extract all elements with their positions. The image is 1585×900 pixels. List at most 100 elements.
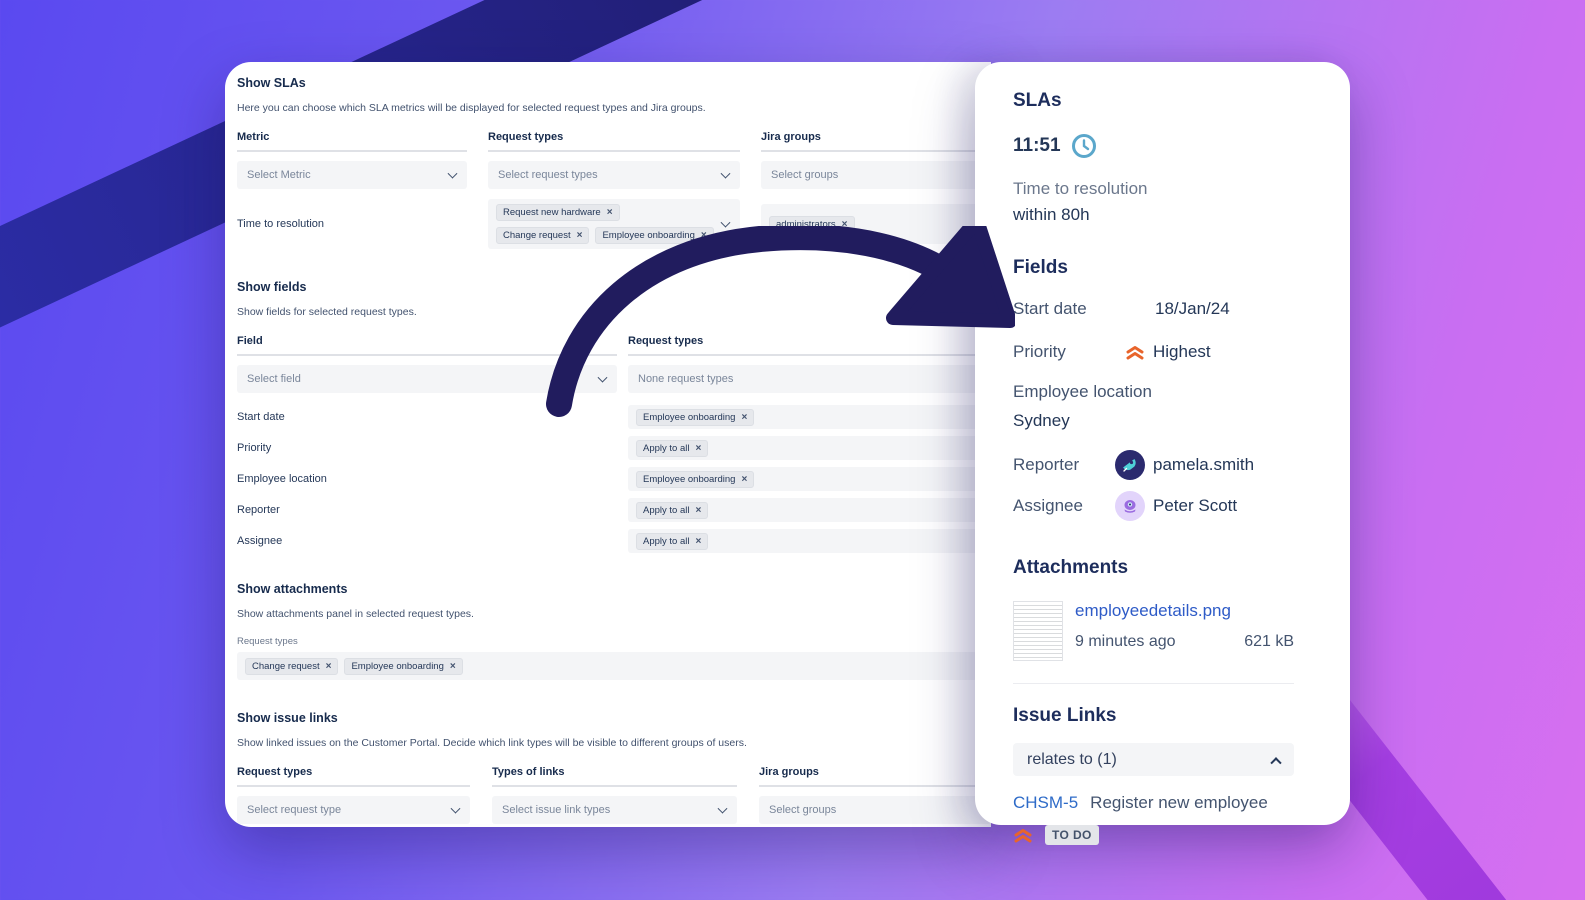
assignee-avatar (1115, 491, 1145, 521)
remove-tag-icon[interactable]: × (701, 230, 707, 241)
link-groups-select[interactable]: Select groups (759, 796, 991, 824)
linked-issue-row: CHSM-5 Register new employee (1013, 793, 1294, 813)
field-row-tags[interactable]: Employee onboarding × (628, 467, 991, 491)
alien-icon (1124, 500, 1136, 513)
field-priority: Priority Highest (1013, 342, 1211, 361)
chevron-down-icon (717, 803, 728, 814)
field-employee-location: Employee location Sydney (1013, 382, 1152, 430)
column-header-request-types: Request types (488, 131, 740, 152)
sla-time: 11:51 (1013, 133, 1294, 159)
remove-tag-icon[interactable]: × (842, 219, 848, 230)
tag-administrators[interactable]: administrators × (769, 215, 855, 233)
chevron-up-icon (1270, 756, 1282, 768)
status-badge: TO DO (1045, 825, 1099, 845)
slas-heading: SLAs (1013, 90, 1062, 111)
column-header-request-types: Request types (237, 766, 470, 787)
tag-apply-to-all[interactable]: Apply to all × (636, 501, 709, 519)
field-row-tags[interactable]: Apply to all × (628, 529, 991, 553)
chevron-down-icon (720, 168, 731, 179)
rocket-icon (1123, 459, 1136, 472)
section-title: Show SLAs (237, 76, 306, 90)
metric-select[interactable]: Select Metric (237, 161, 467, 189)
remove-tag-icon[interactable]: × (741, 474, 747, 485)
field-request-types-select[interactable]: None request types (628, 365, 991, 393)
tag-apply-to-all[interactable]: Apply to all × (636, 439, 709, 457)
tag-employee-onboarding[interactable]: Employee onboarding × (344, 657, 463, 675)
section-description: Show fields for selected request types. (237, 306, 417, 318)
tag-employee-onboarding[interactable]: Employee onboarding × (636, 408, 755, 426)
field-start-date: Start date 18/Jan/24 (1013, 299, 1230, 318)
field-row-label: Employee location (237, 473, 327, 485)
chevron-down-icon (450, 803, 461, 814)
tag-request-new-hardware[interactable]: Request new hardware × (496, 204, 620, 221)
field-reporter: Reporter pamela.smith (1013, 450, 1294, 480)
attachment-item[interactable]: employeedetails.png 9 minutes ago 621 kB (1013, 601, 1294, 661)
issue-links-heading: Issue Links (1013, 705, 1117, 726)
section-description: Show linked issues on the Customer Porta… (237, 737, 747, 749)
field-row-tags[interactable]: Employee onboarding × (628, 405, 991, 429)
remove-tag-icon[interactable]: × (695, 536, 701, 547)
tag-change-request[interactable]: Change request × (245, 657, 339, 675)
tag-employee-onboarding[interactable]: Employee onboarding × (595, 227, 714, 244)
issue-summary: Register new employee (1090, 793, 1268, 812)
section-description: Show attachments panel in selected reque… (237, 608, 474, 620)
section-description: Here you can choose which SLA metrics wi… (237, 102, 706, 114)
remove-tag-icon[interactable]: × (695, 505, 701, 516)
chevron-down-icon (447, 168, 458, 179)
show-issue-links-section: Show issue links Show linked issues on t… (237, 711, 991, 827)
show-fields-section: Show fields Show fields for selected req… (237, 280, 991, 553)
column-header-types-of-links: Types of links (492, 766, 737, 787)
issue-key-link[interactable]: CHSM-5 (1013, 793, 1078, 813)
attachments-heading: Attachments (1013, 557, 1129, 578)
field-row-tags[interactable]: Apply to all × (628, 436, 991, 460)
tag-change-request[interactable]: Change request × (496, 227, 590, 244)
sla-metric-name: Time to resolution (1013, 179, 1148, 198)
remove-tag-icon[interactable]: × (607, 207, 613, 218)
column-header-jira-groups: Jira groups (761, 131, 991, 152)
portal-settings-card: Show SLAs Here you can choose which SLA … (225, 62, 991, 827)
priority-highest-icon (1126, 346, 1144, 360)
sla-groups-field[interactable]: administrators × (761, 204, 991, 244)
tag-employee-onboarding[interactable]: Employee onboarding × (636, 470, 755, 488)
link-types-select[interactable]: Select issue link types (492, 796, 737, 824)
sla-goal: within 80h (1013, 205, 1090, 224)
section-title: Show issue links (237, 711, 338, 725)
portal-preview-panel: SLAs 11:51 Time to resolution within 80h… (975, 62, 1350, 845)
column-header-request-types: Request types (628, 335, 991, 356)
reporter-avatar (1115, 450, 1145, 480)
field-assignee: Assignee Peter Scott (1013, 491, 1294, 521)
sla-request-types-field[interactable]: Request new hardware × Change request × Em… (488, 199, 740, 249)
remove-tag-icon[interactable]: × (450, 661, 456, 672)
clock-icon (1071, 134, 1096, 158)
jira-groups-select[interactable]: Select groups (761, 161, 991, 189)
fields-heading: Fields (1013, 257, 1068, 278)
attachment-size: 621 kB (1244, 633, 1294, 650)
field-row-label: Priority (237, 442, 272, 454)
request-types-select[interactable]: Select request types (488, 161, 740, 189)
attachment-thumbnail[interactable] (1013, 601, 1063, 661)
link-request-type-select[interactable]: Select request type (237, 796, 470, 824)
field-row-label: Assignee (237, 535, 283, 547)
field-select[interactable]: Select field (237, 365, 617, 393)
remove-tag-icon[interactable]: × (577, 230, 583, 241)
chevron-down-icon (597, 372, 608, 383)
attachments-request-types-field[interactable]: Change request × Employee onboarding × (237, 652, 977, 680)
field-row-label: Start date (237, 411, 285, 423)
column-header-jira-groups: Jira groups (759, 766, 991, 787)
request-types-label: Request types (237, 636, 298, 647)
relates-to-group-header[interactable]: relates to (1) (1013, 743, 1294, 776)
field-row-tags[interactable]: Apply to all × (628, 498, 991, 522)
remove-tag-icon[interactable]: × (741, 412, 747, 423)
section-title: Show attachments (237, 582, 348, 596)
remove-tag-icon[interactable]: × (326, 661, 332, 672)
priority-highest-icon (1014, 829, 1032, 843)
show-attachments-section: Show attachments Show attachments panel … (237, 582, 991, 680)
attachment-time: 9 minutes ago (1075, 633, 1176, 650)
attachment-filename[interactable]: employeedetails.png (1075, 601, 1294, 621)
issue-status-row: TO DO (1013, 825, 1294, 845)
tag-apply-to-all[interactable]: Apply to all × (636, 532, 709, 550)
show-slas-section: Show SLAs Here you can choose which SLA … (237, 76, 991, 249)
section-title: Show fields (237, 280, 307, 294)
chevron-down-icon (720, 217, 731, 228)
remove-tag-icon[interactable]: × (695, 443, 701, 454)
